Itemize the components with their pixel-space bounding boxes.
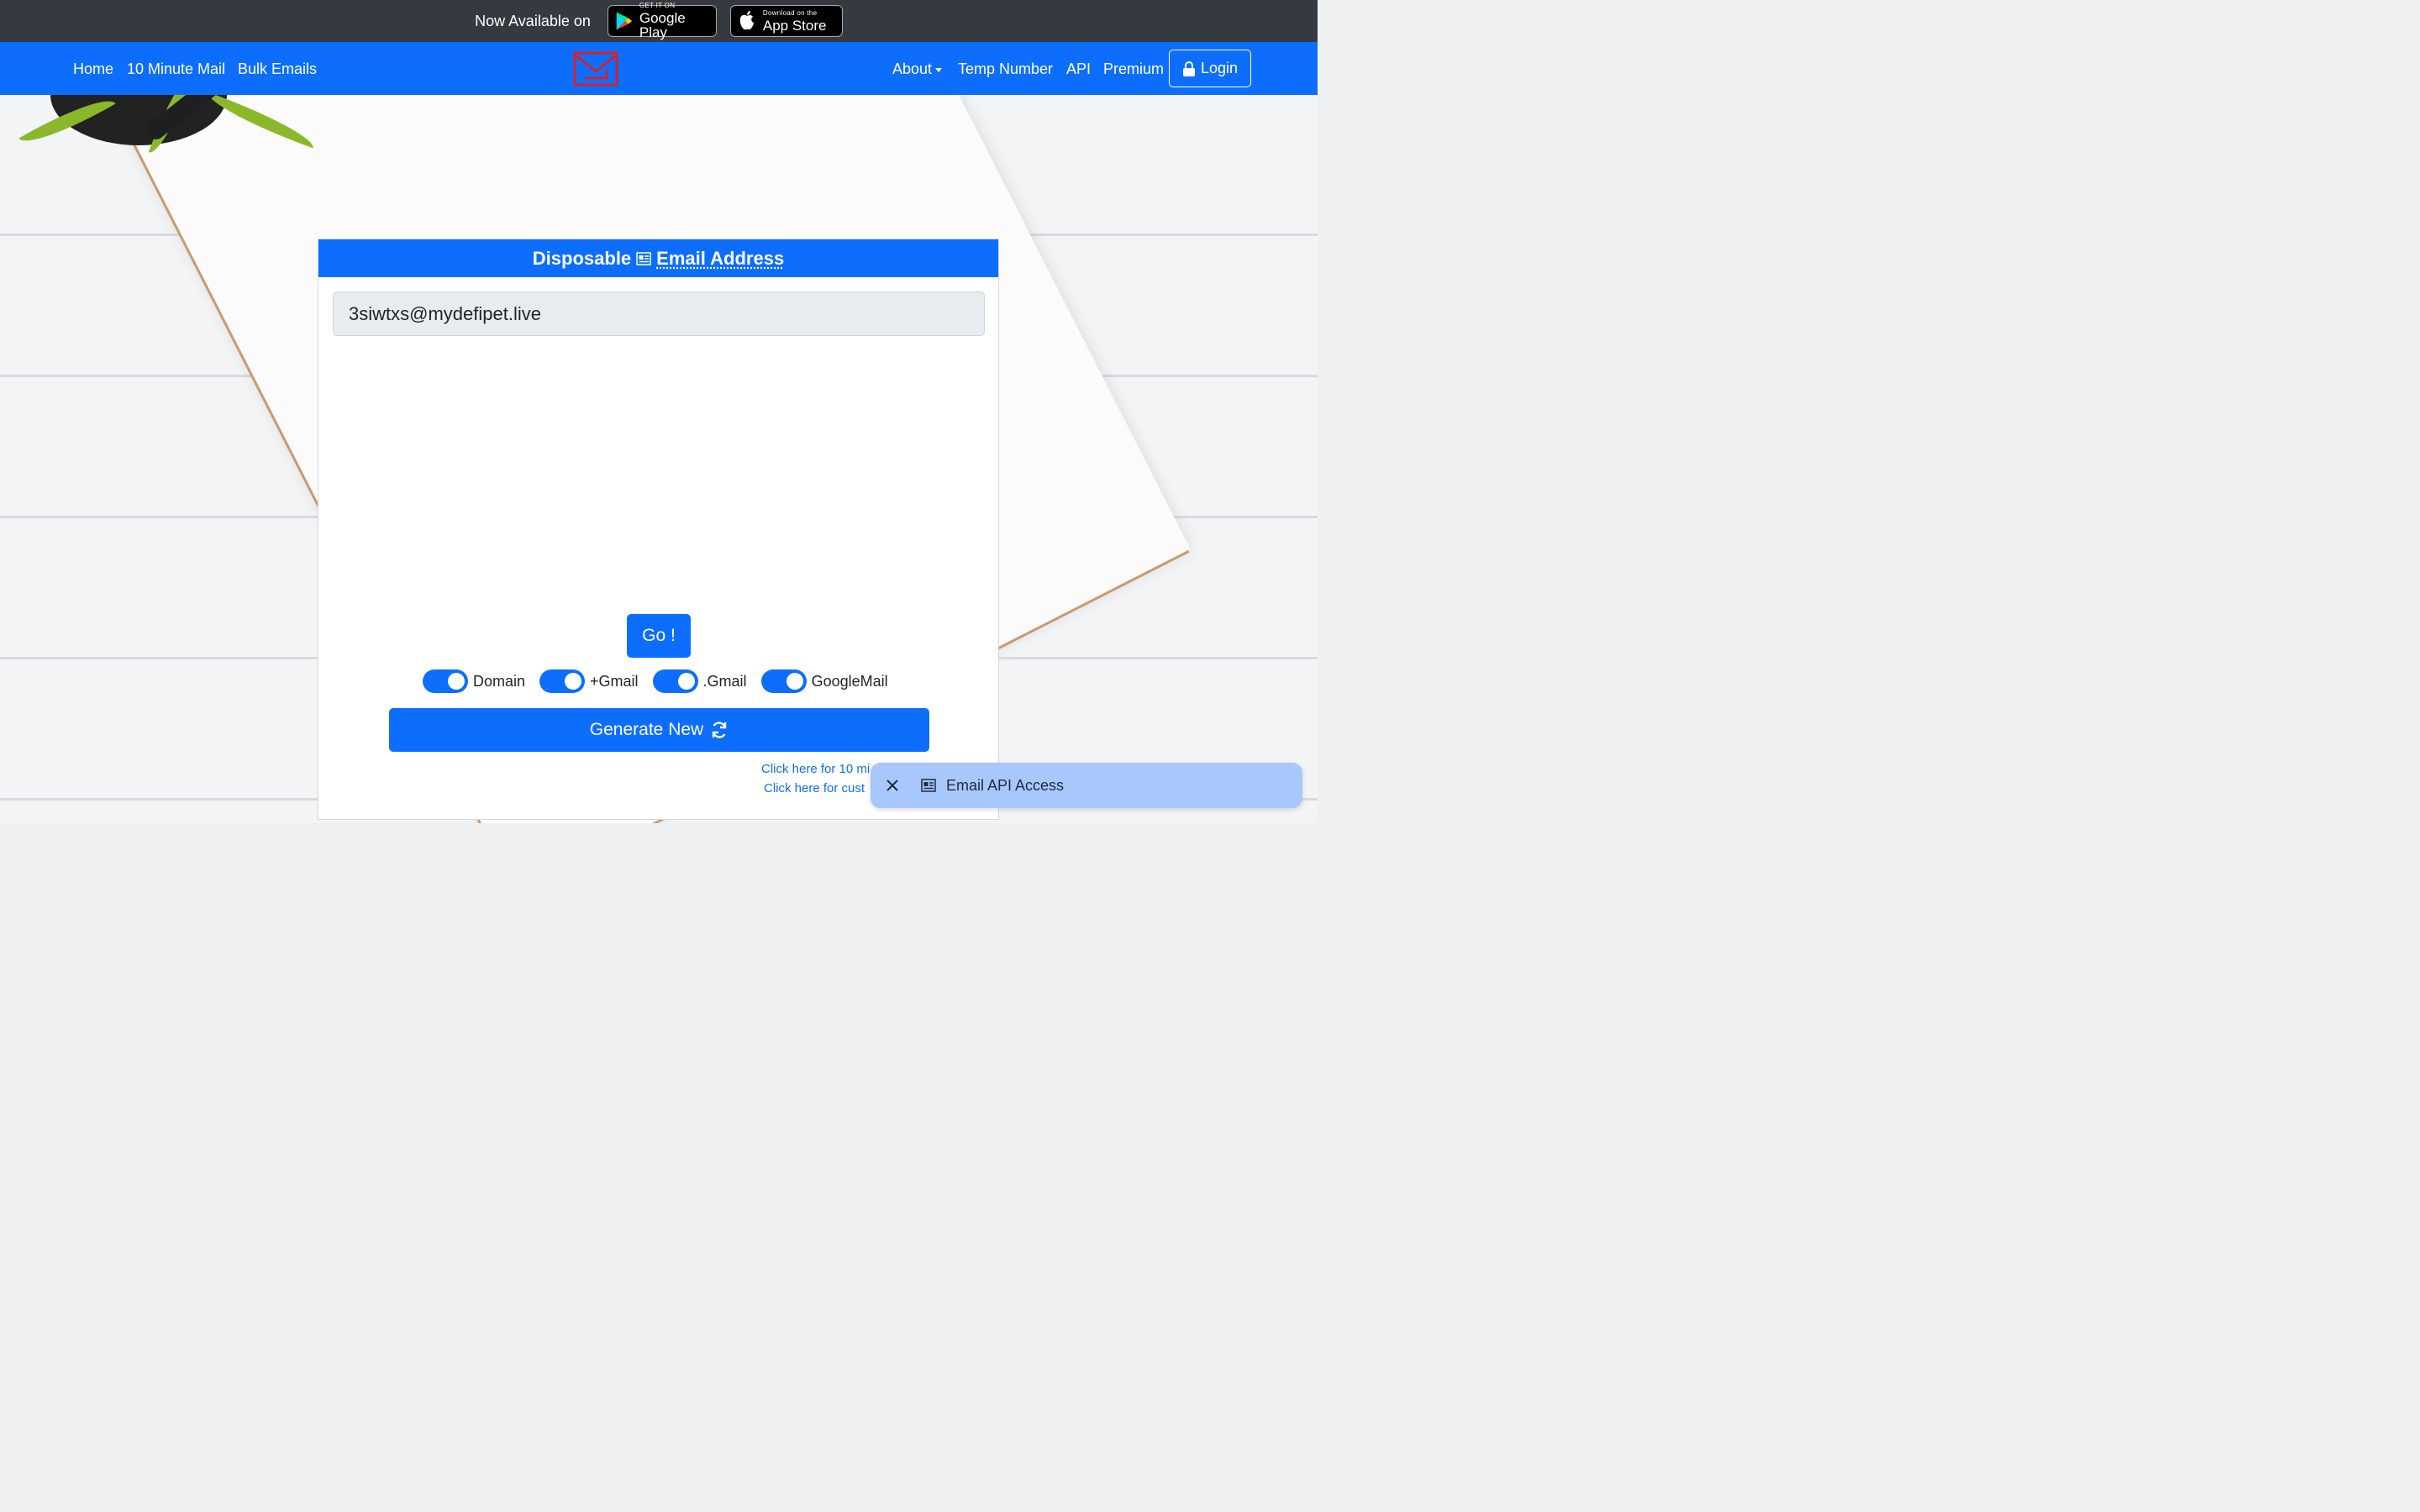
- go-button[interactable]: Go !: [627, 614, 691, 658]
- nav-10-minute-mail[interactable]: 10 Minute Mail: [127, 60, 225, 78]
- app-store-badge[interactable]: Download on the App Store: [729, 5, 843, 37]
- googlemail-switch[interactable]: [760, 669, 807, 693]
- id-card-icon: [636, 251, 651, 265]
- nav-temp-number[interactable]: Temp Number: [958, 60, 1053, 78]
- login-button[interactable]: Login: [1169, 50, 1251, 87]
- card-title-prefix: Disposable: [532, 247, 632, 269]
- google-play-small-text: GET IT ON: [639, 2, 676, 9]
- email-address-field[interactable]: 3siwtxs@mydefipet.live: [333, 291, 985, 336]
- toggle-googlemail: GoogleMail: [760, 669, 888, 693]
- domain-toggles: Domain +Gmail .Gmail GoogleMail: [423, 669, 902, 694]
- nav-about-label: About: [892, 60, 933, 77]
- app-store-small-text: Download on the: [762, 8, 818, 17]
- caret-down-icon: [935, 67, 943, 72]
- card-title-abbr: Email Address: [656, 247, 785, 269]
- refresh-icon: [713, 722, 727, 738]
- toggle-domain: Domain: [423, 669, 525, 693]
- generate-new-label: Generate New: [589, 720, 704, 739]
- nav-about[interactable]: About: [892, 60, 943, 78]
- apple-icon: [739, 11, 754, 30]
- app-promo-bar: Now Available on GET IT ON Google Play D…: [0, 0, 1318, 42]
- google-play-icon: [616, 12, 632, 30]
- google-play-badge[interactable]: GET IT ON Google Play: [607, 2, 717, 40]
- custom-link[interactable]: Click here for cust: [764, 781, 865, 795]
- id-card-icon: [921, 779, 936, 792]
- nav-premium[interactable]: Premium: [1103, 60, 1164, 78]
- toggle-plus-gmail: +Gmail: [539, 669, 639, 693]
- plus-gmail-switch[interactable]: [539, 669, 586, 693]
- app-store-text: App Store: [762, 17, 827, 34]
- nav-home[interactable]: Home: [73, 60, 113, 78]
- toggle-dot-gmail: .Gmail: [652, 669, 747, 693]
- nav-bulk-emails[interactable]: Bulk Emails: [238, 60, 317, 78]
- domain-switch[interactable]: [423, 669, 468, 693]
- navbar: Home 10 Minute Mail Bulk Emails About Te…: [0, 42, 1318, 95]
- ten-minute-link[interactable]: Click here for 10 mi: [761, 762, 870, 776]
- nav-api[interactable]: API: [1066, 60, 1091, 78]
- promo-text: Now Available on: [475, 12, 591, 29]
- toast-label: Email API Access: [946, 776, 1065, 794]
- login-label: Login: [1200, 60, 1239, 76]
- email-card: Disposable Email Address 3siwtxs@mydefip…: [318, 239, 999, 820]
- site-logo-icon[interactable]: [573, 51, 618, 87]
- lock-icon: [1182, 60, 1195, 76]
- google-play-text: Google Play: [639, 10, 686, 40]
- toggle-label: +Gmail: [590, 672, 639, 690]
- card-header: Disposable Email Address: [318, 239, 998, 277]
- toggle-label: GoogleMail: [811, 672, 888, 690]
- dot-gmail-switch[interactable]: [652, 669, 698, 693]
- toggle-label: .Gmail: [702, 672, 747, 690]
- close-icon[interactable]: [882, 775, 902, 795]
- toggle-label: Domain: [473, 672, 526, 690]
- email-api-toast[interactable]: Email API Access: [871, 763, 1302, 808]
- generate-new-button[interactable]: Generate New: [389, 708, 929, 752]
